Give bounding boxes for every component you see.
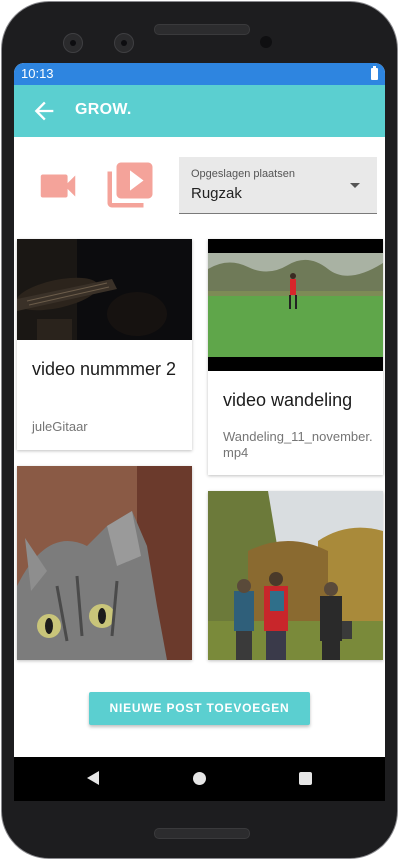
card-title: video nummmer 2 bbox=[32, 359, 177, 379]
status-time: 10:13 bbox=[21, 66, 54, 81]
bottom-speaker bbox=[154, 828, 250, 839]
video-library-icon[interactable] bbox=[103, 158, 157, 212]
saved-places-select[interactable]: Opgeslagen plaatsen Rugzak bbox=[179, 157, 377, 214]
system-nav-bar bbox=[14, 757, 385, 801]
video-thumbnail bbox=[208, 491, 383, 660]
select-label: Opgeslagen plaatsen bbox=[191, 168, 295, 180]
card-subtitle: Wandeling_11_november.mp4 bbox=[223, 429, 373, 460]
nav-recents-icon[interactable] bbox=[299, 772, 312, 785]
chevron-down-icon bbox=[350, 183, 360, 188]
card-subtitle: juleGitaar bbox=[32, 419, 88, 434]
nav-back-icon[interactable] bbox=[87, 771, 99, 785]
earpiece bbox=[154, 24, 250, 35]
select-value: Rugzak bbox=[191, 185, 242, 202]
arrow-left-icon[interactable] bbox=[30, 97, 58, 125]
video-card[interactable]: video wandeling Wandeling_11_november.mp… bbox=[208, 239, 383, 475]
front-camera bbox=[63, 33, 83, 53]
front-camera-2 bbox=[114, 33, 134, 53]
video-thumbnail bbox=[17, 466, 192, 660]
nav-home-icon[interactable] bbox=[193, 772, 206, 785]
video-thumbnail bbox=[17, 239, 192, 340]
video-card[interactable] bbox=[208, 491, 383, 660]
status-bar: 10:13 bbox=[14, 63, 385, 85]
video-card[interactable] bbox=[17, 466, 192, 660]
battery-icon bbox=[371, 66, 378, 80]
card-title: video wandeling bbox=[223, 390, 353, 410]
app-title: GROW. bbox=[75, 101, 132, 118]
video-card[interactable]: video nummmer 2 juleGitaar bbox=[17, 239, 192, 450]
screen: 10:13 GROW. Opgeslagen plaatsen Rugzak v… bbox=[14, 63, 385, 801]
app-bar: GROW. bbox=[14, 85, 385, 137]
proximity-sensor bbox=[260, 36, 272, 48]
video-camera-icon[interactable] bbox=[35, 163, 81, 209]
video-thumbnail bbox=[208, 239, 383, 371]
add-post-button[interactable]: NIEUWE POST TOEVOEGEN bbox=[89, 692, 310, 725]
